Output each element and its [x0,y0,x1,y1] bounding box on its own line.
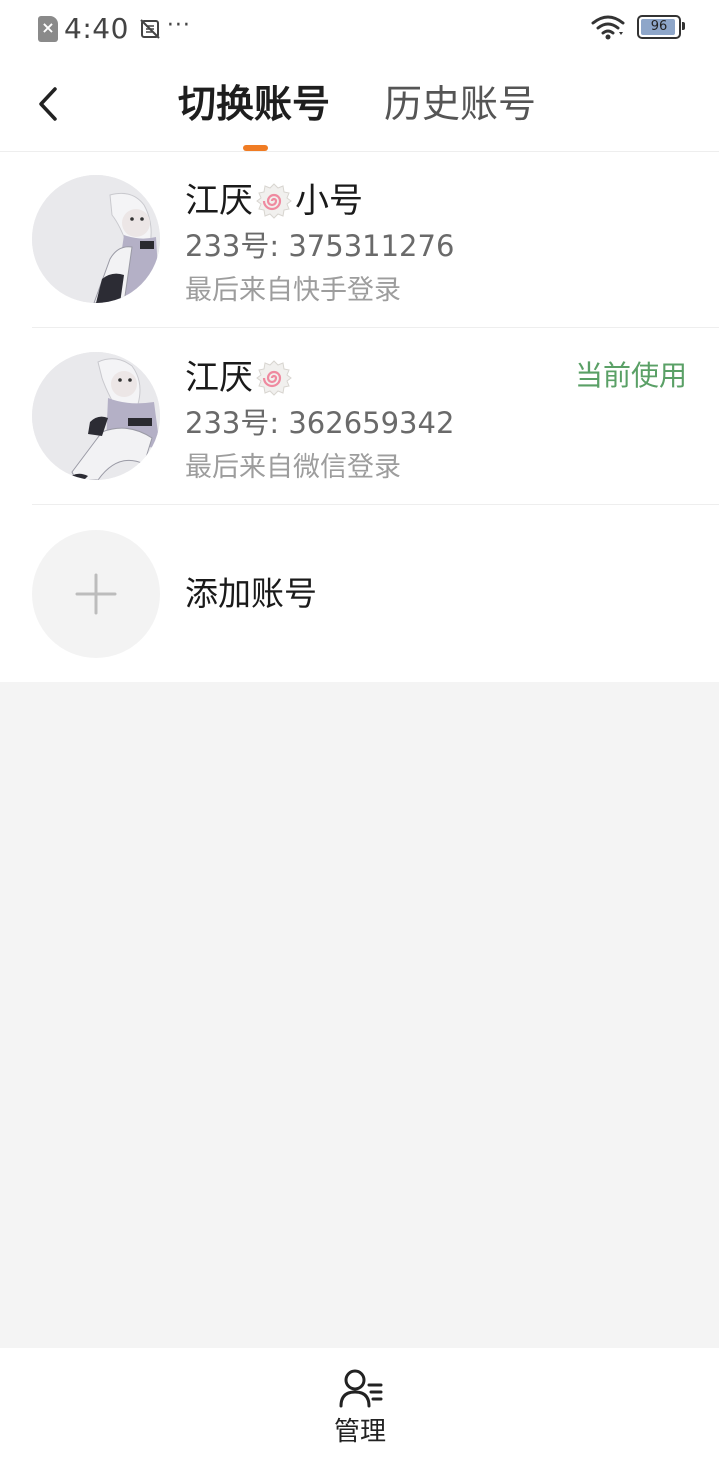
narutomaki-icon [256,360,292,396]
row-divider [32,327,719,328]
back-button[interactable] [26,76,70,132]
battery-icon: 96 [637,15,685,39]
user-manage-icon [339,1369,383,1408]
account-name-text: 江厌 [185,358,253,398]
account-login-source: 最后来自微信登录 [185,452,401,483]
avatar [32,352,160,480]
tab-history-account[interactable]: 历史账号 [384,80,536,128]
header: 切换账号 历史账号 [0,56,719,152]
account-id: 233号: 362659342 [185,406,455,440]
plus-icon [75,573,117,615]
account-row[interactable]: 江厌 小号 233号: 375311276 最后来自快手登录 [0,152,719,328]
account-login-source: 最后来自快手登录 [185,275,401,306]
wifi-icon [591,15,625,40]
more-notifications-icon: ··· [166,13,191,38]
manage-button[interactable]: 管理 [310,1364,410,1450]
add-account-circle [32,530,160,658]
status-left: 4:40 ··· [38,12,191,45]
no-sim-icon [38,15,58,42]
account-name: 江厌 小号 [185,179,363,223]
avatar [32,175,160,303]
bottom-bar: 管理 [0,1348,719,1459]
current-account-badge: 当前使用 [574,359,687,392]
row-divider [32,504,719,505]
tab-switch-account[interactable]: 切换账号 [178,80,330,128]
status-bar: 4:40 ··· 96 [0,0,719,56]
add-account-label: 添加账号 [185,574,317,613]
tab-indicator [243,145,268,151]
account-row[interactable]: 江厌 当前使用 233号: 362659342 最后来自微信登录 [0,329,719,505]
back-arrow-icon [39,87,57,121]
status-right: 96 [591,14,685,40]
account-name: 江厌 [185,356,295,400]
status-time: 4:40 [64,12,129,45]
account-name-suffix: 小号 [295,181,363,221]
battery-level: 96 [650,19,668,34]
battery-tip [682,22,685,30]
add-account-row[interactable]: 添加账号 [0,506,719,682]
account-name-text: 江厌 [185,181,253,221]
account-id: 233号: 375311276 [185,229,455,263]
narutomaki-icon [256,183,292,219]
manage-label: 管理 [333,1417,386,1447]
screenshot-app-icon [140,18,160,39]
